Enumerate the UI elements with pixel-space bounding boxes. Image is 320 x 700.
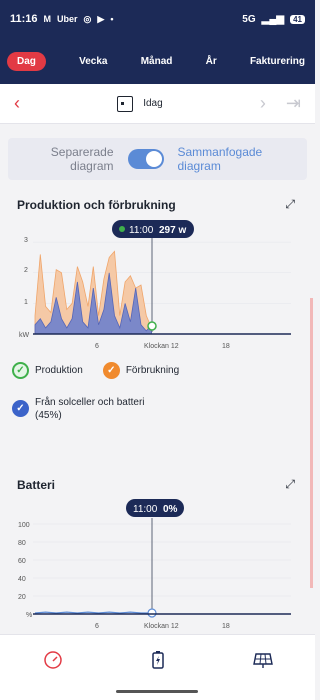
legend-produktion[interactable]: ✓ Produktion ✓ Förbrukning	[12, 362, 179, 379]
cursor-dot	[147, 608, 157, 618]
tab-fakturering[interactable]: Fakturering	[250, 52, 305, 71]
calendar-icon	[117, 95, 134, 112]
legend-label: Förbrukning	[125, 365, 180, 376]
diagram-mode-switch[interactable]	[127, 149, 164, 169]
tab-ar[interactable]: År	[206, 52, 217, 71]
record-icon: ◎	[83, 13, 92, 24]
date-label: Idag	[143, 98, 163, 109]
x-tick-label: Klockan 12	[144, 343, 179, 350]
y-tick-label: 20	[18, 594, 26, 601]
network-label: 5G	[242, 13, 256, 25]
skip-to-end-icon[interactable]: ⇥	[286, 93, 301, 114]
legend-percent: (45%)	[35, 410, 62, 421]
tab-vecka[interactable]: Vecka	[79, 52, 107, 71]
tab-dag[interactable]: Dag	[7, 51, 46, 71]
check-icon: ✓	[12, 400, 29, 417]
battery-tooltip: 11:00 0%	[126, 499, 184, 517]
y-tick-label: 1	[24, 299, 28, 306]
production-chart: 11:00 297 w 3 2 1 kW 6 Klockan 12 18	[19, 220, 291, 350]
period-tabs: Dag Vecka Månad År Fakturering	[0, 38, 315, 84]
legend-label: Från solceller och batteri	[35, 397, 145, 408]
home-indicator	[116, 690, 198, 693]
y-tick-label: 80	[18, 540, 26, 547]
battery-charge-icon[interactable]	[147, 649, 169, 671]
y-tick-label: 40	[18, 576, 26, 583]
dot-icon: •	[110, 14, 114, 24]
y-unit-label: %	[26, 612, 32, 619]
diagram-mode-toggle: Separerade diagram Sammanfogade diagram	[8, 138, 307, 180]
tab-manad[interactable]: Månad	[141, 52, 173, 71]
youtube-icon: ▶	[97, 13, 105, 24]
battery-level-line	[34, 611, 152, 614]
status-time: 11:16	[10, 13, 38, 25]
previous-day-icon[interactable]: ‹	[14, 93, 20, 114]
y-tick-label: 60	[18, 558, 26, 565]
check-icon: ✓	[12, 362, 29, 379]
status-bar: 11:16 M Uber ◎ ▶ • 5G ▂▄▆ 41	[0, 0, 315, 38]
gauge-icon[interactable]	[42, 649, 64, 671]
tooltip-value: 0%	[163, 504, 178, 515]
date-navigation: ‹ Idag › ⇥	[0, 84, 315, 124]
x-tick-label: 6	[95, 343, 99, 350]
gmail-icon: M	[43, 14, 52, 24]
uber-icon: Uber	[57, 14, 78, 24]
date-picker[interactable]: Idag	[117, 95, 163, 112]
production-title: Produktion och förbrukning	[17, 198, 176, 212]
legend-solar-battery[interactable]: ✓ Från solceller och batteri (45%)	[12, 396, 145, 422]
y-unit-label: kW	[19, 332, 30, 339]
legend-label: Produktion	[35, 365, 83, 376]
x-tick-label: 18	[222, 623, 230, 630]
expand-production-icon[interactable]: ⤢	[285, 197, 295, 212]
separate-diagrams-label[interactable]: Separerade diagram	[48, 145, 114, 173]
battery-chart: 11:00 0% 100 80 60 40 20% 6 Klockan 12 18	[18, 499, 291, 630]
check-icon: ✓	[102, 362, 120, 379]
x-tick-label: 6	[95, 623, 99, 630]
y-tick-label: 100	[18, 522, 30, 529]
y-tick-label: 3	[24, 237, 28, 244]
x-tick-label: Klockan 12	[144, 623, 179, 630]
signal-icon: ▂▄▆	[261, 13, 285, 25]
tooltip-time: 11:00	[129, 225, 154, 236]
cursor-dot	[147, 321, 157, 331]
battery-title: Batteri	[17, 478, 56, 492]
tooltip-time: 11:00	[133, 504, 158, 515]
scroll-indicator[interactable]	[310, 298, 313, 588]
next-day-icon[interactable]: ›	[260, 93, 266, 114]
x-tick-label: 18	[222, 343, 230, 350]
y-tick-label: 2	[24, 267, 28, 274]
tooltip-value: 297 w	[159, 225, 186, 236]
solar-panel-icon[interactable]	[252, 649, 274, 671]
expand-battery-icon[interactable]: ⤢	[285, 477, 295, 492]
merged-diagrams-label[interactable]: Sammanfogade diagram	[178, 145, 268, 173]
battery-icon: 41	[290, 14, 305, 24]
production-tooltip: 11:00 297 w	[112, 220, 194, 238]
